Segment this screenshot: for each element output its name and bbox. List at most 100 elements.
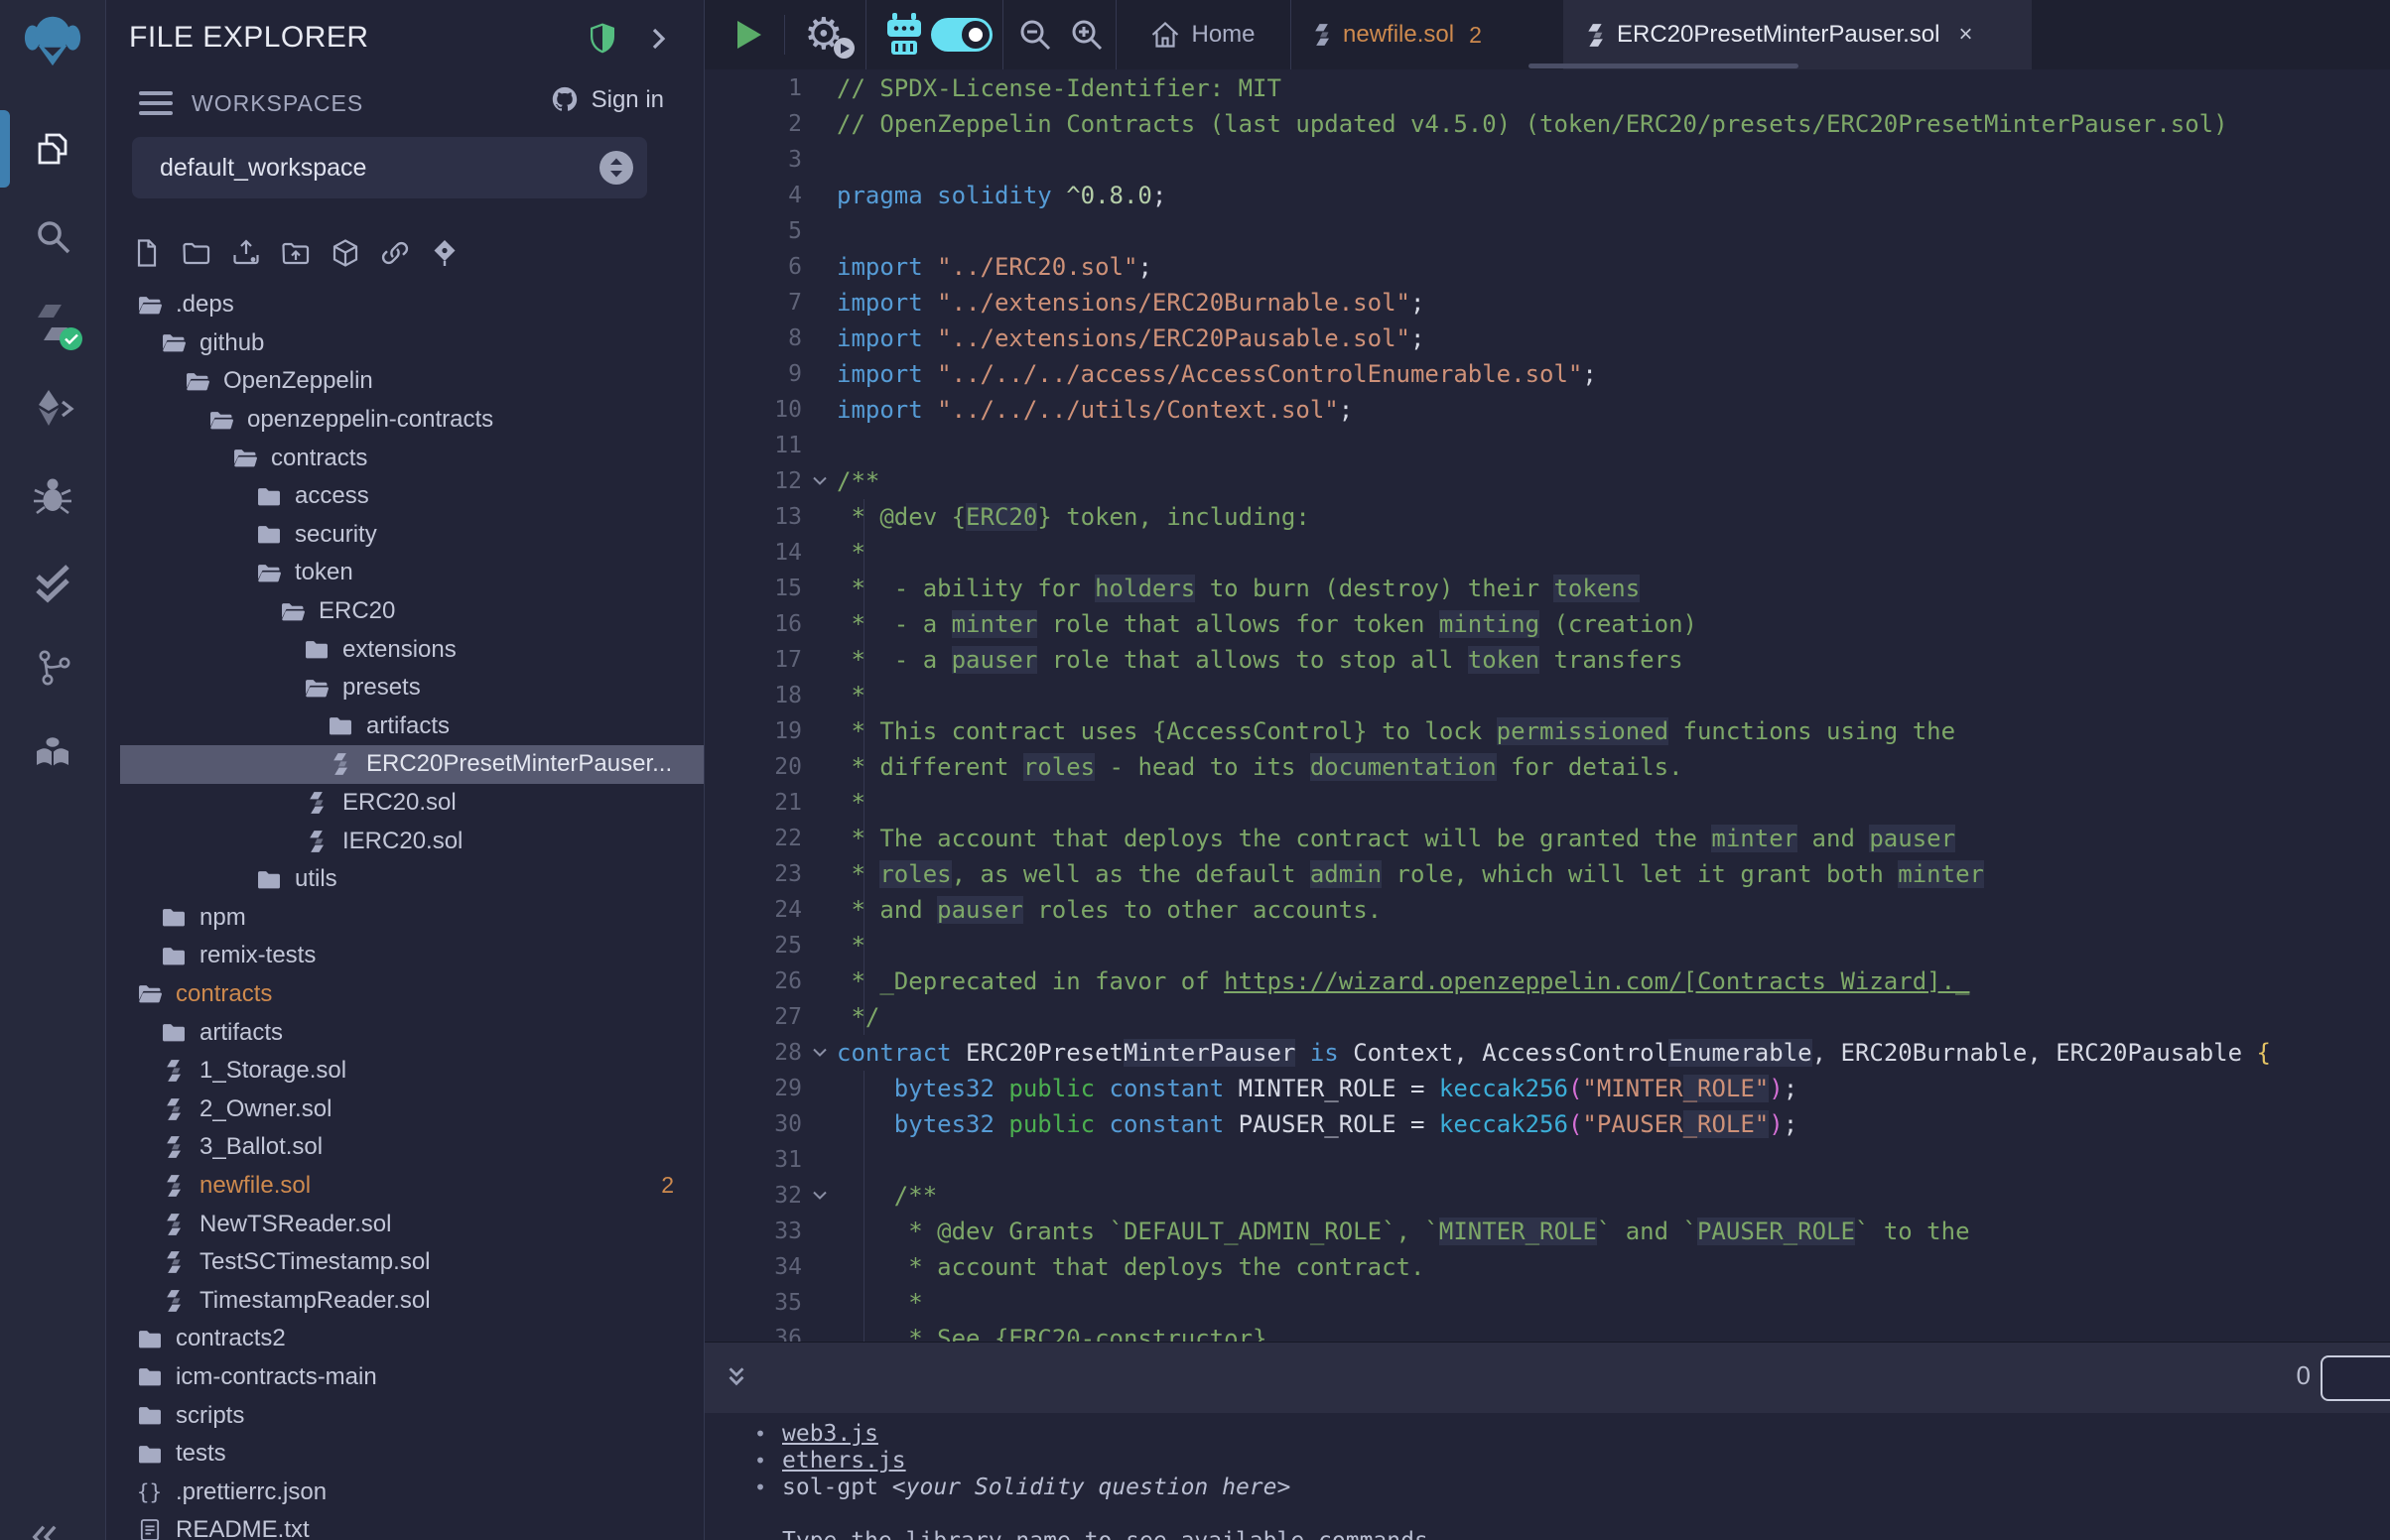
code-line[interactable]: 9import "../../../access/AccessControlEn… [705,356,2390,392]
tree-item-access[interactable]: access [120,477,704,516]
code-line[interactable]: 3 [705,142,2390,178]
tree-item-testsctimestamp-sol[interactable]: TestSCTimestamp.sol [120,1243,704,1282]
git-button[interactable] [31,646,74,690]
tree-item-artifacts[interactable]: artifacts [120,1013,704,1052]
terminal-link[interactable]: web3.js [782,1421,878,1448]
file-explorer-button[interactable] [31,128,74,172]
unit-testing-button[interactable] [31,560,74,603]
code-line[interactable]: 21 * [705,785,2390,821]
terminal-link[interactable]: ethers.js [782,1448,906,1475]
code-line[interactable]: 29 bytes32 public constant MINTER_ROLE =… [705,1071,2390,1106]
tree-item-security[interactable]: security [120,516,704,555]
tree-item-readme-txt[interactable]: README.txt [120,1511,704,1540]
fold-icon[interactable] [802,1035,837,1071]
workspace-select[interactable]: default_workspace [132,137,647,198]
tree-item-contracts[interactable]: contracts [120,439,704,477]
code-line[interactable]: 31 [705,1142,2390,1178]
tree-item-timestampreader-sol[interactable]: TimestampReader.sol [120,1281,704,1320]
search-button[interactable] [31,214,74,258]
code-line[interactable]: 33 * @dev Grants `DEFAULT_ADMIN_ROLE`, `… [705,1214,2390,1249]
zoom-in-button[interactable] [1068,0,1106,69]
tree-item-scripts[interactable]: scripts [120,1396,704,1435]
code-editor[interactable]: 1// SPDX-License-Identifier: MIT2// Open… [705,69,2390,1342]
tree-item-tests[interactable]: tests [120,1435,704,1474]
workspaces-menu-icon[interactable] [139,91,173,121]
shield-icon[interactable] [589,23,616,55]
expand-panel-icon[interactable] [648,25,668,53]
code-line[interactable]: 1// SPDX-License-Identifier: MIT [705,70,2390,106]
code-line[interactable]: 17 * - a pauser role that allows to stop… [705,642,2390,678]
code-line[interactable]: 12/** [705,463,2390,499]
tree-item-newfile-sol[interactable]: newfile.sol2 [120,1167,704,1206]
tree-item--prettierrc-json[interactable]: {}.prettierrc.json [120,1473,704,1511]
collapse-sidebar-button[interactable] [28,1520,62,1540]
code-line[interactable]: 30 bytes32 public constant PAUSER_ROLE =… [705,1106,2390,1142]
upload-folder-icon[interactable] [281,238,311,268]
code-line[interactable]: 4pragma solidity ^0.8.0; [705,178,2390,213]
ai-assistant-button[interactable] [881,0,927,69]
debugger-button[interactable] [31,473,74,517]
expand-terminal-button[interactable] [723,1364,750,1392]
code-line[interactable]: 20 * different roles - head to its docum… [705,749,2390,785]
learneth-button[interactable] [31,732,74,776]
tree-item-npm[interactable]: npm [120,899,704,938]
tree-item-contracts2[interactable]: contracts2 [120,1320,704,1358]
script-config-button[interactable]: ⚙ [804,0,843,69]
tab-erc20presetminterpauser[interactable]: ERC20PresetMinterPauser.sol × [1563,0,2032,69]
tab-home[interactable]: Home [1116,0,1290,69]
zoom-out-button[interactable] [1016,0,1054,69]
code-line[interactable]: 7import "../extensions/ERC20Burnable.sol… [705,285,2390,321]
code-line[interactable]: 11 [705,428,2390,463]
code-line[interactable]: 27 */ [705,999,2390,1035]
code-line[interactable]: 28contract ERC20PresetMinterPauser is Co… [705,1035,2390,1071]
tree-item-1-storage-sol[interactable]: 1_Storage.sol [120,1052,704,1091]
code-line[interactable]: 19 * This contract uses {AccessControl} … [705,713,2390,749]
tree-item-openzeppelin-contracts[interactable]: openzeppelin-contracts [120,401,704,440]
code-line[interactable]: 23 * roles, as well as the default admin… [705,856,2390,892]
code-line[interactable]: 8import "../extensions/ERC20Pausable.sol… [705,321,2390,356]
tree-item-contracts[interactable]: contracts [120,975,704,1014]
code-line[interactable]: 25 * [705,928,2390,963]
code-line[interactable]: 24 * and pauser roles to other accounts. [705,892,2390,928]
publish-badge-icon[interactable] [430,238,460,268]
tree-item-utils[interactable]: utils [120,860,704,899]
code-line[interactable]: 14 * [705,535,2390,571]
import-box-icon[interactable] [331,238,360,268]
tree-item-artifacts[interactable]: artifacts [120,707,704,746]
tree-item-presets[interactable]: presets [120,669,704,707]
remix-logo[interactable] [22,8,83,69]
tree-item-erc20[interactable]: ERC20 [120,592,704,631]
code-line[interactable]: 35 * [705,1285,2390,1321]
code-line[interactable]: 32 /** [705,1178,2390,1214]
deploy-run-button[interactable] [31,387,74,431]
code-line[interactable]: 34 * account that deploys the contract. [705,1249,2390,1285]
fold-icon[interactable] [802,1178,837,1214]
code-line[interactable]: 22 * The account that deploys the contra… [705,821,2390,856]
code-line[interactable]: 6import "../ERC20.sol"; [705,249,2390,285]
code-line[interactable]: 26 * _Deprecated in favor of https://wiz… [705,963,2390,999]
import-link-icon[interactable] [380,238,410,268]
run-script-button[interactable] [737,0,761,69]
tree-item--deps[interactable]: .deps [120,286,704,324]
code-line[interactable]: 16 * - a minter role that allows for tok… [705,606,2390,642]
terminal-search-input[interactable] [2321,1355,2390,1401]
tree-item-github[interactable]: github [120,324,704,363]
github-sign-in-button[interactable]: Sign in [548,85,664,115]
fold-icon[interactable] [802,463,837,499]
tree-item-extensions[interactable]: extensions [120,630,704,669]
code-line[interactable]: 5 [705,213,2390,249]
tree-item-icm-contracts-main[interactable]: icm-contracts-main [120,1358,704,1397]
new-folder-icon[interactable] [182,238,211,268]
solidity-compiler-button[interactable] [31,301,74,344]
close-icon[interactable]: × [1958,21,1972,49]
tree-item-erc20presetminterpauser-[interactable]: ERC20PresetMinterPauser... [120,745,704,784]
tabbar-scrollbar[interactable] [1528,64,1798,68]
tree-item-newtsreader-sol[interactable]: NewTSReader.sol [120,1205,704,1243]
tree-item-2-owner-sol[interactable]: 2_Owner.sol [120,1090,704,1128]
tree-item-openzeppelin[interactable]: OpenZeppelin [120,362,704,401]
tab-newfile[interactable]: newfile.sol 2 [1312,0,1482,69]
code-line[interactable]: 36 * See {ERC20-constructor}. [705,1321,2390,1342]
code-line[interactable]: 18 * [705,678,2390,713]
code-line[interactable]: 10import "../../../utils/Context.sol"; [705,392,2390,428]
code-line[interactable]: 2// OpenZeppelin Contracts (last updated… [705,106,2390,142]
